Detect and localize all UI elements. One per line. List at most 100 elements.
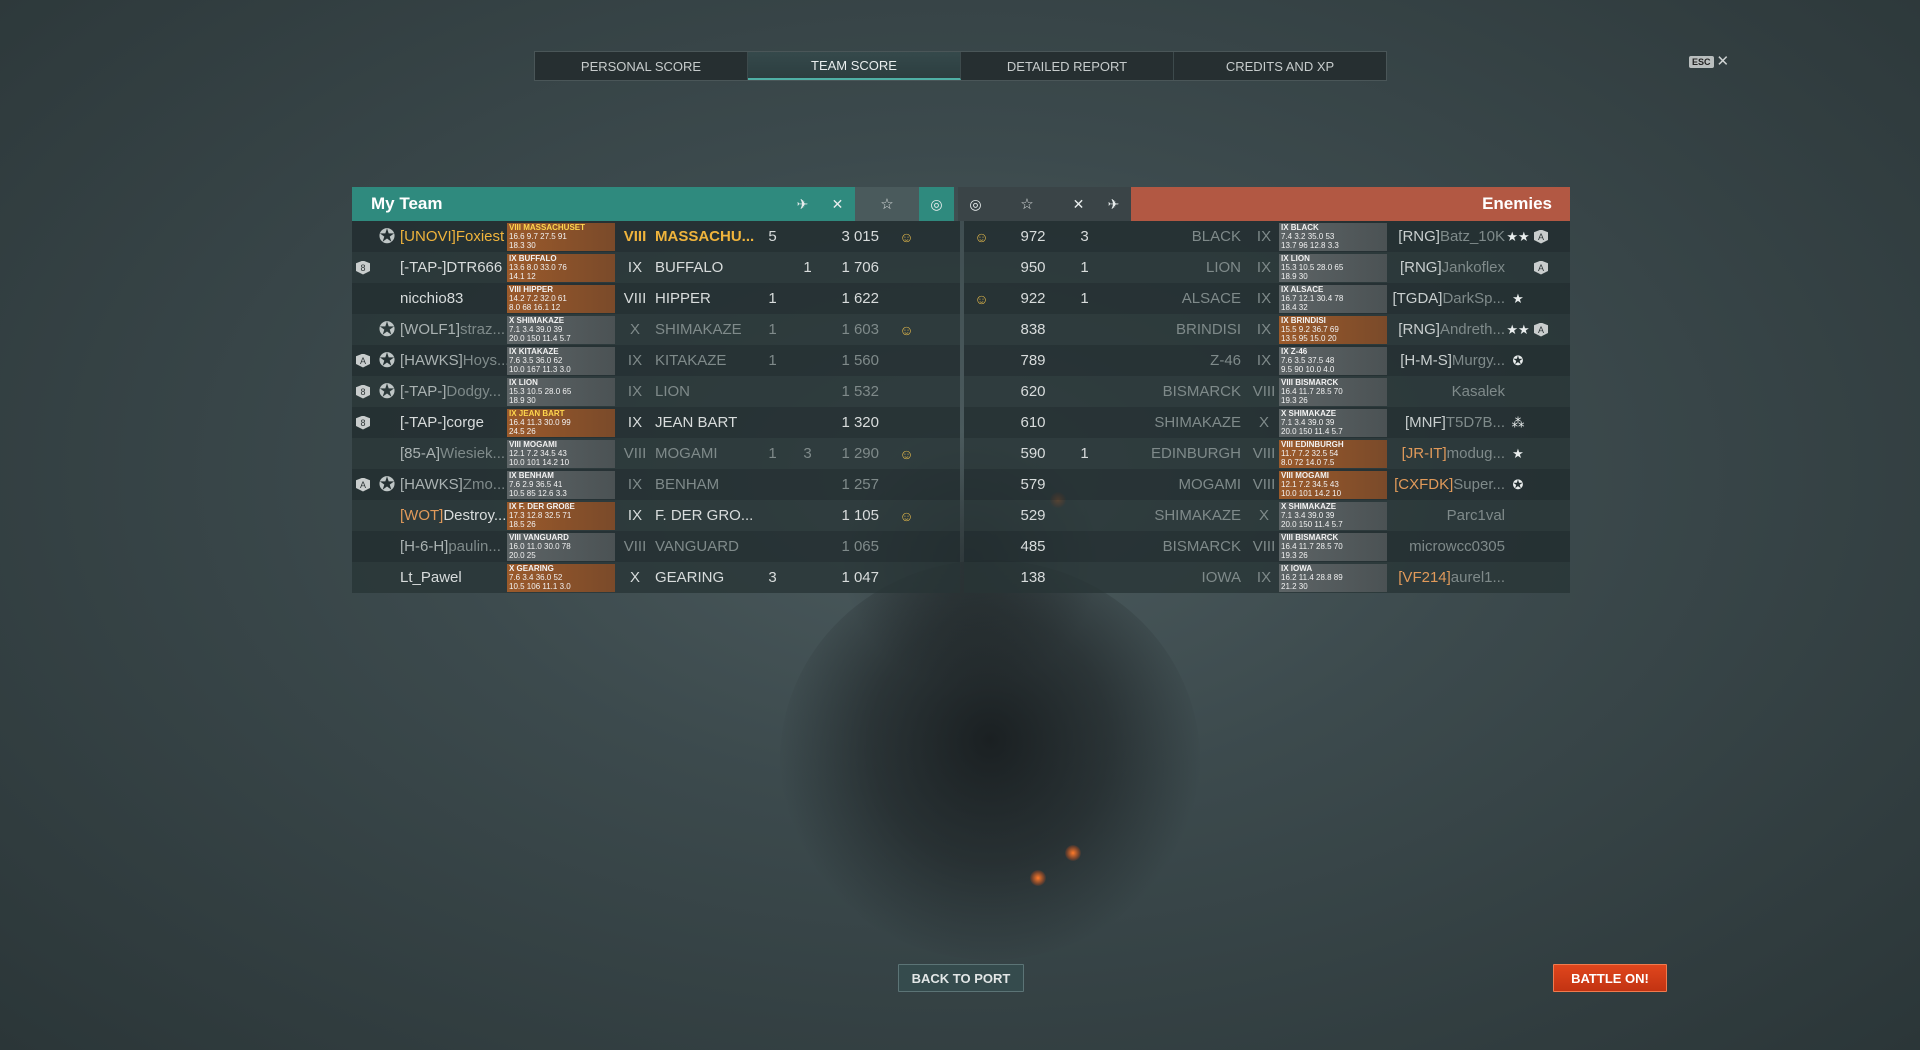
ship-card: X SHIMAKAZE 7.1 3.4 39.0 39 20.0 150 11.4 … (507, 315, 615, 344)
table-row[interactable]: [H-6-H]paulin... VIII VANGUARD 16.0 11.0 3… (352, 531, 1570, 562)
ship-card-stats: 10.5 106 11.1 3.0 (509, 581, 571, 591)
player-name[interactable]: [CXFDK]Super... (1387, 476, 1505, 493)
ship-card-stats: 16.0 11.0 30.0 78 (509, 541, 571, 551)
my-team-player-row[interactable]: Lt_Pawel X GEARING 7.6 3.4 36.0 52 10.5 106… (352, 562, 960, 593)
player-name[interactable]: [H-6-H]paulin... (400, 538, 507, 555)
player-name[interactable]: [HAWKS]Hoys... (400, 352, 507, 369)
clan-tag: [H-M-S] (1400, 352, 1452, 369)
capture-icon: ☺ (974, 228, 989, 245)
base-xp: 1 603 (841, 321, 879, 338)
player-name[interactable]: [JR-IT]modug... (1387, 445, 1505, 462)
table-row[interactable]: 8 [-TAP-]DTR666 IX BUFFALO 13.6 8.0 33.0 76… (352, 252, 1570, 283)
enemy-player-row[interactable]: ☺ 972 3 BLACK IX IX BLACK 7.4 3.2 35.0 53 13.7 … (964, 221, 1570, 252)
enemy-player-row[interactable]: 950 1 LION IX IX LION 15.3 10.5 28.0 65 18.9 3… (964, 252, 1570, 283)
enemy-player-row[interactable]: 590 1 EDINBURGH VIII VIII EDINBURGH 11.7 7.2 … (964, 438, 1570, 469)
player-name[interactable]: microwcc0305 (1387, 538, 1505, 555)
enemy-player-row[interactable]: 485 BISMARCK VIII VIII BISMARCK 16.4 11.7 28… (964, 531, 1570, 562)
esc-close-button[interactable]: ESC ✕ (1689, 54, 1730, 69)
table-row[interactable]: A ✪ [HAWKS]Hoys... IX KITAKAZE 7.6 3.5 36.0 … (352, 345, 1570, 376)
ship-card-stats: 13.7 96 12.8 3.3 (1281, 240, 1339, 250)
my-team-player-row[interactable]: A ✪ [HAWKS]Hoys... IX KITAKAZE 7.6 3.5 36.0 … (352, 345, 960, 376)
player-name[interactable]: [RNG]Jankoflex (1387, 259, 1505, 276)
enemy-player-row[interactable]: 610 SHIMAKAZE X X SHIMAKAZE 7.1 3.4 39.0 39 2… (964, 407, 1570, 438)
tab-team-score[interactable]: TEAM SCORE (748, 52, 961, 80)
battle-on-button[interactable]: BATTLE ON! (1553, 964, 1667, 992)
my-team-player-row[interactable]: [WOT]Destroy... IX F. DER GROßE 17.3 12.8 … (352, 500, 960, 531)
tab-detailed-report[interactable]: DETAILED REPORT (961, 52, 1174, 80)
table-row[interactable]: ✪ [UNOVI]Foxiest VIII MASSACHUSET 16.6 9.7 … (352, 221, 1570, 252)
clan-tag: [CXFDK] (1394, 476, 1454, 493)
player-name[interactable]: [TGDA]DarkSp... (1387, 290, 1505, 307)
player-name[interactable]: [RNG]Batz_10K (1387, 228, 1505, 245)
ship-card-stats: 7.6 3.4 36.0 52 (509, 572, 563, 582)
my-team-player-row[interactable]: 8 ✪ [-TAP-]Dodgy... IX LION 15.3 10.5 28.0 6… (352, 376, 960, 407)
my-team-player-row[interactable]: ✪ [UNOVI]Foxiest VIII MASSACHUSET 16.6 9.7 … (352, 221, 960, 252)
base-xp: 1 320 (841, 414, 879, 431)
player-name[interactable]: Kasalek (1387, 383, 1505, 400)
medal-icon: ✪ (378, 226, 396, 248)
table-row[interactable]: ✪ [WOLF1]straz... X SHIMAKAZE 7.1 3.4 39.0 … (352, 314, 1570, 345)
player-name[interactable]: [-TAP-]DTR666 (400, 259, 507, 276)
ship-card-stats: 8.0 72 14.0 7.5 (1281, 457, 1335, 467)
tab-personal-score[interactable]: PERSONAL SCORE (535, 52, 748, 80)
player-name[interactable]: nicchio83 (400, 290, 507, 307)
player-name[interactable]: [MNF]T5D7B... (1387, 414, 1505, 431)
close-icon[interactable]: ✕ (1717, 54, 1730, 69)
my-team-player-row[interactable]: [H-6-H]paulin... VIII VANGUARD 16.0 11.0 3… (352, 531, 960, 562)
ship-card-stats: 11.7 7.2 32.5 54 (1281, 448, 1339, 458)
ship-card-title: VIII BISMARCK (1281, 377, 1339, 387)
player-name[interactable]: [VF214]aurel1... (1387, 569, 1505, 586)
enemy-player-row[interactable]: 789 Z-46 IX IX Z-46 7.6 3.5 37.5 48 9.5 90 10… (964, 345, 1570, 376)
tab-credits-and-xp[interactable]: CREDITS AND XP (1174, 52, 1386, 80)
ship-card: X SHIMAKAZE 7.1 3.4 39.0 39 20.0 150 11.4 … (1279, 408, 1387, 437)
clan-tag: [RNG] (1399, 259, 1442, 276)
my-team-player-row[interactable]: nicchio83 VIII HIPPER 14.2 7.2 32.0 61 8.0 … (352, 283, 960, 314)
player-name[interactable]: [WOLF1]straz... (400, 321, 507, 338)
enemy-player-row[interactable]: 838 BRINDISI IX IX BRINDISI 15.5 9.2 36.7 69… (964, 314, 1570, 345)
enemy-capture-icon: ◎ (958, 187, 993, 221)
my-team-player-row[interactable]: [85-A]Wiesiek... VIII MOGAMI 12.1 7.2 34.5… (352, 438, 960, 469)
ship-card-stats: 7.1 3.4 39.0 39 (1281, 417, 1335, 427)
player-name[interactable]: Lt_Pawel (400, 569, 507, 586)
player-name[interactable]: Parc1val (1387, 507, 1505, 524)
my-team-player-row[interactable]: 8 [-TAP-]DTR666 IX BUFFALO 13.6 8.0 33.0 76… (352, 252, 960, 283)
player-name[interactable]: [-TAP-]corge (400, 414, 507, 431)
player-name[interactable]: [RNG]Andreth... (1387, 321, 1505, 338)
table-row[interactable]: 8 ✪ [-TAP-]Dodgy... IX LION 15.3 10.5 28.0 6… (352, 376, 1570, 407)
enemy-player-row[interactable]: ☺ 922 1 ALSACE IX IX ALSACE 16.7 12.1 30.4 78 1… (964, 283, 1570, 314)
back-to-port-button[interactable]: BACK TO PORT (898, 964, 1024, 992)
ship-name: MASSACHU... (655, 228, 755, 245)
my-team-player-row[interactable]: 8 [-TAP-]corge IX JEAN BART 16.4 11.3 30.0 … (352, 407, 960, 438)
ships-destroyed: 3 (1080, 228, 1089, 245)
clan-tag: [-TAP-] (400, 414, 447, 431)
table-row[interactable]: [85-A]Wiesiek... VIII MOGAMI 12.1 7.2 34.5… (352, 438, 1570, 469)
my-team-player-row[interactable]: A ✪ [HAWKS]Zmo... IX BENHAM 7.6 2.9 36.5 41 1… (352, 469, 960, 500)
enemy-player-row[interactable]: 529 SHIMAKAZE X X SHIMAKAZE 7.1 3.4 39.0 39 2… (964, 500, 1570, 531)
enemy-player-row[interactable]: 579 MOGAMI VIII VIII MOGAMI 12.1 7.2 34.5 43… (964, 469, 1570, 500)
table-row[interactable]: Lt_Pawel X GEARING 7.6 3.4 36.0 52 10.5 106… (352, 562, 1570, 593)
player-name[interactable]: [WOT]Destroy... (400, 507, 507, 524)
player-name[interactable]: [85-A]Wiesiek... (400, 445, 507, 462)
ship-tier: VIII (623, 445, 647, 462)
ship-card-stats: 13.6 8.0 33.0 76 (509, 262, 567, 272)
my-team-player-row[interactable]: ✪ [WOLF1]straz... X SHIMAKAZE 7.1 3.4 39.0 … (352, 314, 960, 345)
table-row[interactable]: 8 [-TAP-]corge IX JEAN BART 16.4 11.3 30.0 … (352, 407, 1570, 438)
enemy-player-row[interactable]: 620 BISMARCK VIII VIII BISMARCK 16.4 11.7 28… (964, 376, 1570, 407)
player-nick: Hoys... (462, 352, 507, 369)
player-name[interactable]: [HAWKS]Zmo... (400, 476, 507, 493)
player-name[interactable]: [UNOVI]Foxiest (400, 228, 507, 245)
player-name[interactable]: [-TAP-]Dodgy... (400, 383, 507, 400)
table-row[interactable]: [WOT]Destroy... IX F. DER GROßE 17.3 12.8 … (352, 500, 1570, 531)
smoke-cloud (780, 560, 1200, 960)
ship-card-title: IX LION (1281, 253, 1310, 263)
table-row[interactable]: nicchio83 VIII HIPPER 14.2 7.2 32.0 61 8.0 … (352, 283, 1570, 314)
table-row[interactable]: A ✪ [HAWKS]Zmo... IX BENHAM 7.6 2.9 36.5 41 1… (352, 469, 1570, 500)
player-name[interactable]: [H-M-S]Murgy... (1387, 352, 1505, 369)
clan-tag: [TGDA] (1392, 290, 1443, 307)
enemy-player-row[interactable]: 138 IOWA IX IX IOWA 16.2 11.4 28.8 89 21.2 30… (964, 562, 1570, 593)
ship-card-stats: 16.7 12.1 30.4 78 (1281, 293, 1344, 303)
player-nick: Zmo... (462, 476, 506, 493)
ship-card-title: X SHIMAKAZE (509, 315, 565, 325)
enemy-base-xp-icon: ☆ (993, 187, 1061, 221)
ship-tier: IX (627, 507, 643, 524)
